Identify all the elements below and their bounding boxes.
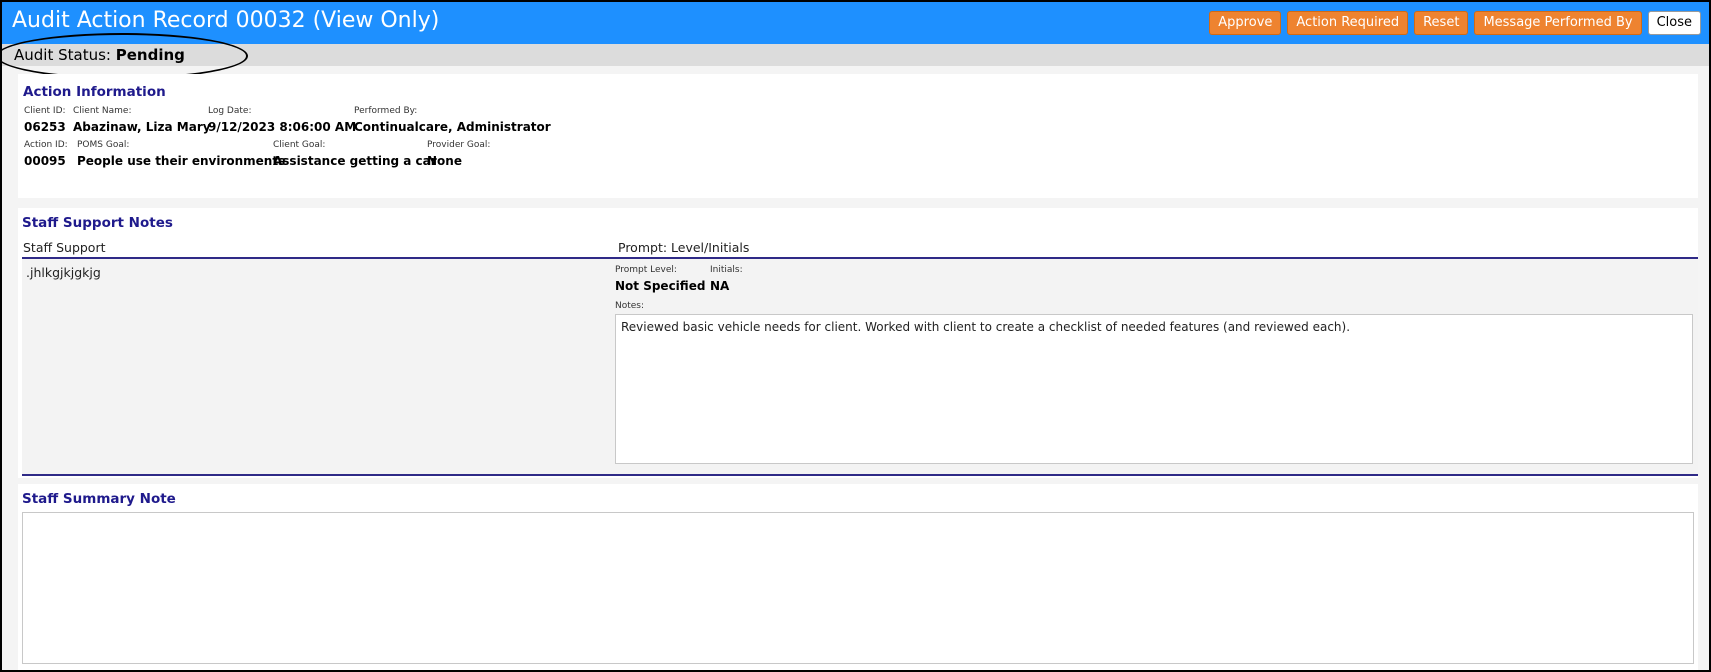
title-bar: Audit Action Record 00032 (View Only) Ap… <box>2 2 1709 44</box>
provider-goal-value: None <box>427 154 462 168</box>
staff-summary-card: Staff Summary Note <box>18 484 1698 670</box>
staff-support-title: Staff Support Notes <box>22 215 173 231</box>
log-date-label: Log Date: <box>208 106 252 116</box>
action-id-label: Action ID: <box>24 140 68 150</box>
poms-goal-value: People use their environments <box>77 154 286 168</box>
log-date-value: 9/12/2023 8:06:00 AM <box>208 120 357 134</box>
message-performed-by-button[interactable]: Message Performed By <box>1474 11 1642 35</box>
staff-support-column-header: Staff Support <box>23 240 106 255</box>
provider-goal-label: Provider Goal: <box>427 140 491 150</box>
performed-by-value: Continualcare, Administrator <box>354 120 551 134</box>
action-toolbar: Approve Action Required Reset Message Pe… <box>1209 11 1701 35</box>
audit-action-window: Audit Action Record 00032 (View Only) Ap… <box>0 0 1711 672</box>
poms-goal-label: POMS Goal: <box>77 140 130 150</box>
client-id-value: 06253 <box>24 120 66 134</box>
notes-label: Notes: <box>615 301 645 311</box>
approve-button[interactable]: Approve <box>1209 11 1282 35</box>
prompt-column-header: Prompt: Level/Initials <box>618 240 750 255</box>
client-name-value: Abazinaw, Liza Mary <box>73 120 211 134</box>
staff-support-card: Staff Support Notes Staff Support Prompt… <box>18 208 1698 478</box>
status-highlight-oval <box>2 33 248 79</box>
window-title: Audit Action Record 00032 (View Only) <box>12 8 440 33</box>
performed-by-label: Performed By: <box>354 106 418 116</box>
client-goal-value: Assistance getting a car <box>273 154 437 168</box>
notes-field[interactable]: Reviewed basic vehicle needs for client.… <box>615 314 1693 464</box>
client-id-label: Client ID: <box>24 106 66 116</box>
reset-button[interactable]: Reset <box>1414 11 1469 35</box>
staff-support-text: .jhlkgjkjgkjg <box>26 265 101 280</box>
action-information-title: Action Information <box>23 84 166 100</box>
action-information-card: Action Information Client ID: 06253 Clie… <box>18 74 1698 198</box>
audit-status-bar: Audit Status: Pending <box>2 44 1709 66</box>
prompt-level-value: Not Specified <box>615 279 706 293</box>
staff-summary-title: Staff Summary Note <box>22 491 176 507</box>
section-divider <box>22 474 1698 476</box>
initials-value: NA <box>710 279 730 293</box>
client-goal-label: Client Goal: <box>273 140 326 150</box>
staff-summary-field[interactable] <box>22 512 1694 664</box>
action-required-button[interactable]: Action Required <box>1287 11 1409 35</box>
prompt-level-label: Prompt Level: <box>615 265 677 275</box>
action-id-value: 00095 <box>24 154 66 168</box>
client-name-label: Client Name: <box>73 106 132 116</box>
close-button[interactable]: Close <box>1647 11 1701 35</box>
staff-support-row: .jhlkgjkjgkjg Prompt Level: Not Specifie… <box>22 259 1698 474</box>
initials-label: Initials: <box>710 265 743 275</box>
